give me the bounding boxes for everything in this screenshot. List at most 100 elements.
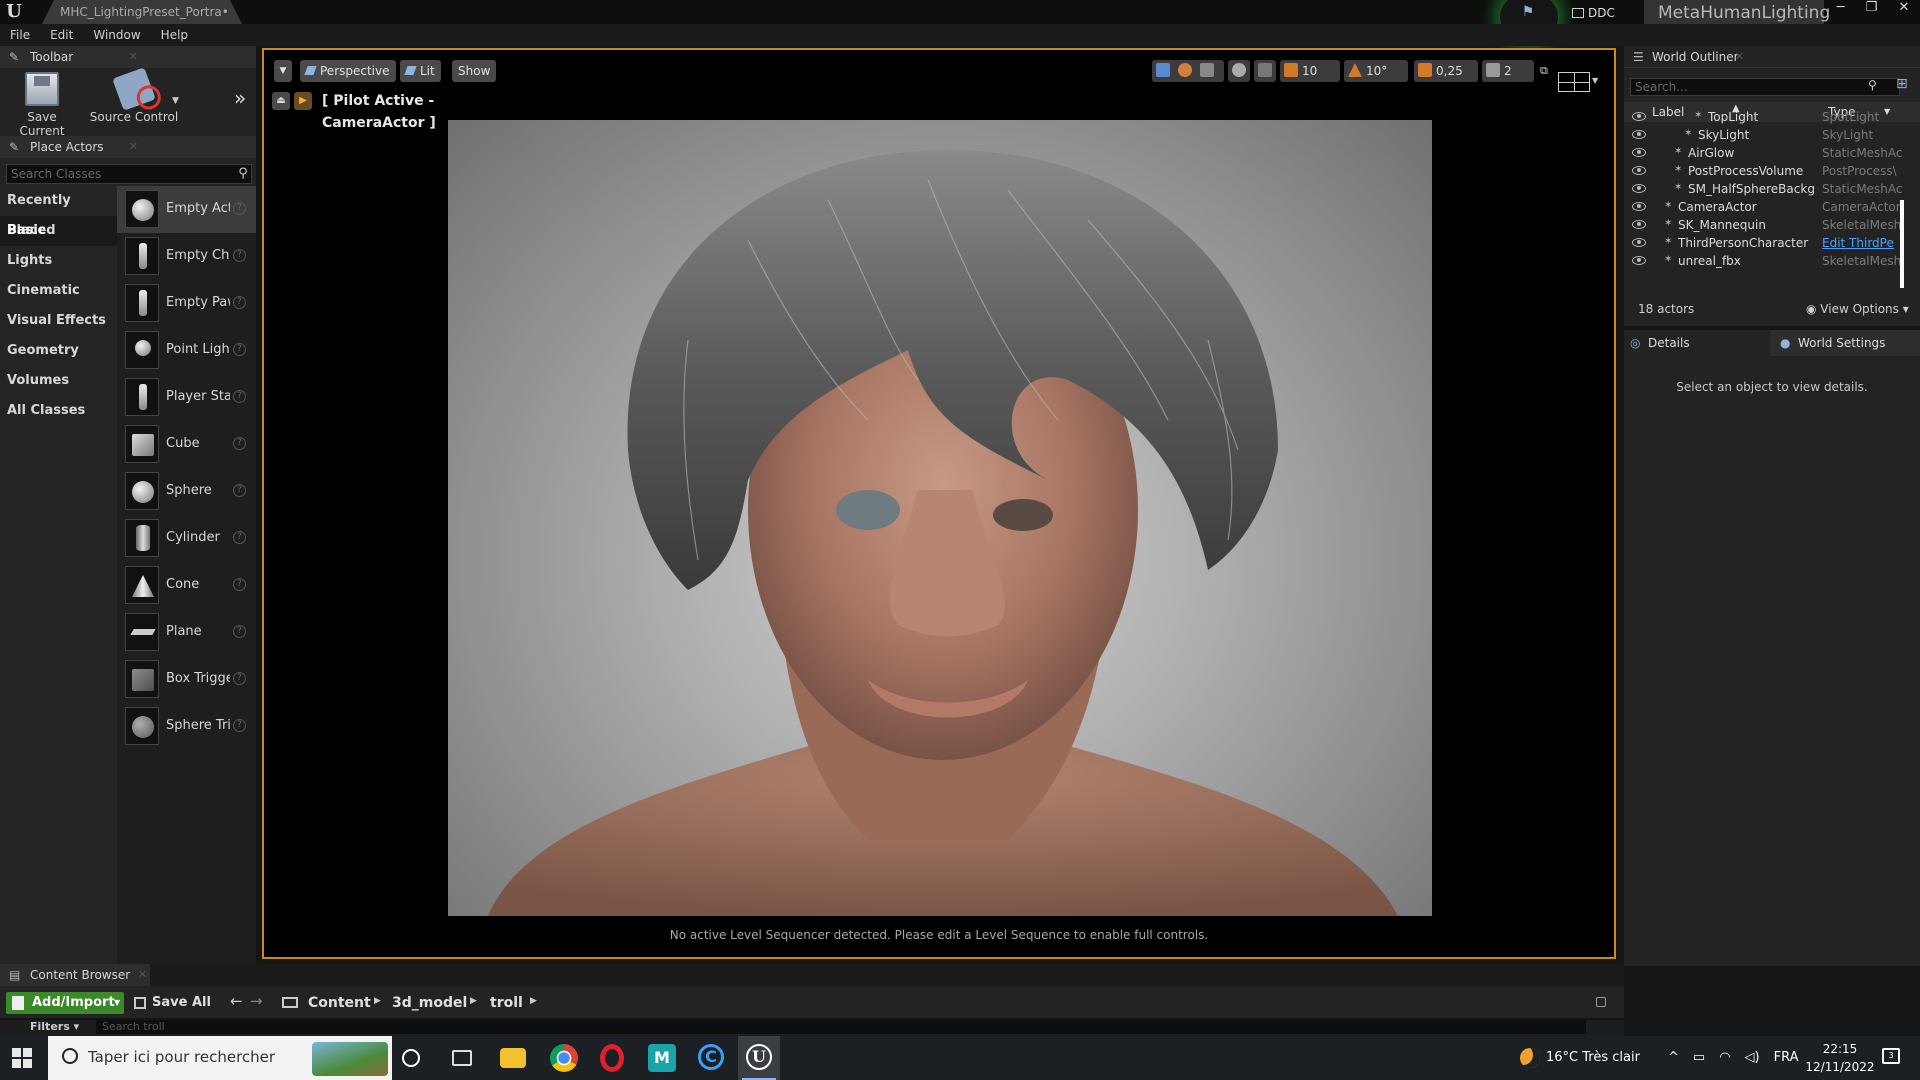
- outliner-row[interactable]: ✶ unreal_fbx SkeletalMesh: [1624, 252, 1914, 270]
- chevron-right-icon[interactable]: ▶: [530, 996, 537, 1006]
- visibility-eye-icon[interactable]: [1632, 256, 1646, 265]
- menu-help[interactable]: Help: [161, 28, 188, 42]
- close-icon[interactable]: ✕: [1898, 0, 1909, 20]
- chevron-right-icon[interactable]: ▶: [470, 996, 477, 1006]
- actor-item-point-light[interactable]: Point Light ?: [117, 327, 256, 374]
- grid-snap-control[interactable]: 10: [1280, 60, 1340, 82]
- outliner-row[interactable]: ✶ PostProcessVolume PostProcess\: [1624, 162, 1914, 180]
- windows-start-icon[interactable]: [12, 1048, 32, 1068]
- expand-toolbar-icon[interactable]: »: [234, 86, 246, 110]
- rotation-snap-value[interactable]: 10°: [1366, 64, 1387, 78]
- actor-item-sphere-trigger[interactable]: Sphere Trigger ?: [117, 703, 256, 750]
- category-cinematic[interactable]: Cinematic: [0, 276, 117, 306]
- rotate-icon[interactable]: [1178, 63, 1192, 77]
- category-recently-placed[interactable]: Recently Placed: [0, 186, 117, 238]
- grid-snap-value[interactable]: 10: [1302, 64, 1317, 78]
- actor-item-player-start[interactable]: Player Start ?: [117, 374, 256, 421]
- help-icon[interactable]: ?: [233, 202, 246, 215]
- source-control-button[interactable]: Source Control: [86, 67, 182, 124]
- category-all-classes[interactable]: All Classes: [0, 396, 117, 426]
- breadcrumb-content[interactable]: Content: [308, 992, 371, 1014]
- actor-item-box-trigger[interactable]: Box Trigger ?: [117, 656, 256, 703]
- actor-item-cone[interactable]: Cone ?: [117, 562, 256, 609]
- search-icon[interactable]: ⚲: [234, 164, 252, 184]
- actor-item-empty-character[interactable]: Empty Character ?: [117, 233, 256, 280]
- toolbar-panel-tab[interactable]: ✎ Toolbar ✕: [0, 46, 256, 68]
- help-icon[interactable]: ?: [233, 343, 246, 356]
- content-search-input[interactable]: Search troll: [96, 1020, 1586, 1034]
- restore-icon[interactable]: ❐: [1866, 0, 1878, 20]
- category-volumes[interactable]: Volumes: [0, 366, 117, 396]
- weather-widget[interactable]: 16°C Très clair: [1520, 1048, 1640, 1068]
- level-viewport[interactable]: ▼ Perspective Lit Show 10 10° 0,25 2 ⧉ ⏏…: [262, 48, 1616, 959]
- place-actors-tab[interactable]: ✎ Place Actors ✕: [0, 136, 256, 158]
- camera-speed-control[interactable]: 2: [1482, 60, 1534, 82]
- volume-icon[interactable]: ◁): [1745, 1048, 1760, 1068]
- help-icon[interactable]: ?: [233, 249, 246, 262]
- scale-snap-value[interactable]: 0,25: [1436, 64, 1463, 78]
- content-browser-tab[interactable]: ▤ Content Browser ✕: [0, 964, 150, 986]
- viewport-layout-button[interactable]: ▼: [1558, 70, 1598, 94]
- outliner-row[interactable]: ✶ SM_HalfSphereBackg StaticMeshAc: [1624, 180, 1914, 198]
- outliner-row[interactable]: ✶ TopLight SpotLight: [1624, 108, 1914, 126]
- battery-icon[interactable]: ▭: [1693, 1048, 1705, 1068]
- help-icon[interactable]: ?: [233, 390, 246, 403]
- close-tab-icon[interactable]: ✕: [129, 46, 138, 68]
- search-icon[interactable]: ⚲: [1868, 78, 1877, 92]
- breadcrumb-3d-model[interactable]: 3d_model: [392, 992, 467, 1014]
- visibility-eye-icon[interactable]: [1632, 238, 1646, 247]
- actor-item-plane[interactable]: Plane ?: [117, 609, 256, 656]
- breadcrumb-troll[interactable]: troll: [490, 992, 523, 1014]
- opera-icon[interactable]: [600, 1044, 624, 1072]
- add-import-button[interactable]: Add/Import ▼: [6, 992, 124, 1014]
- tab-details[interactable]: ◎ Details: [1624, 330, 1770, 356]
- perspective-button[interactable]: Perspective: [300, 60, 396, 82]
- language-indicator[interactable]: FRA: [1774, 1048, 1799, 1068]
- task-view-icon[interactable]: [452, 1050, 472, 1066]
- source-control-dropdown-icon[interactable]: ▼: [172, 96, 179, 106]
- visibility-eye-icon[interactable]: [1632, 220, 1646, 229]
- clock[interactable]: 22:15 12/11/2022: [1804, 1040, 1876, 1076]
- search-classes-input[interactable]: Search Classes: [6, 164, 252, 184]
- chevron-right-icon[interactable]: ▶: [374, 996, 381, 1006]
- visibility-eye-icon[interactable]: [1632, 112, 1646, 121]
- menu-edit[interactable]: Edit: [50, 28, 73, 42]
- level-tab[interactable]: MHC_LightingPreset_Portra•: [42, 0, 242, 24]
- visibility-eye-icon[interactable]: [1632, 148, 1646, 157]
- view-options-button[interactable]: ◉ View Options ▾: [1806, 302, 1909, 316]
- save-current-button[interactable]: Save Current: [6, 72, 78, 138]
- help-icon[interactable]: ?: [233, 672, 246, 685]
- wifi-icon[interactable]: ◠: [1719, 1048, 1730, 1068]
- outliner-row[interactable]: ✶ ThirdPersonCharacter Edit ThirdPe: [1624, 234, 1914, 252]
- back-arrow-icon[interactable]: ←: [230, 992, 243, 1010]
- help-icon[interactable]: ?: [233, 296, 246, 309]
- menu-file[interactable]: File: [10, 28, 30, 42]
- cortana-icon[interactable]: [402, 1049, 420, 1067]
- outliner-row[interactable]: ✶ SkyLight SkyLight: [1624, 126, 1914, 144]
- outliner-row[interactable]: ✶ AirGlow StaticMeshAc: [1624, 144, 1914, 162]
- category-lights[interactable]: Lights: [0, 246, 117, 276]
- help-icon[interactable]: ?: [233, 578, 246, 591]
- chevron-up-icon[interactable]: ^: [1668, 1048, 1679, 1068]
- lit-mode-button[interactable]: Lit: [400, 60, 441, 82]
- help-icon[interactable]: ?: [233, 437, 246, 450]
- notifications-icon[interactable]: 3: [1882, 1048, 1900, 1064]
- visibility-eye-icon[interactable]: [1632, 166, 1646, 175]
- minimize-icon[interactable]: ─: [1837, 0, 1845, 20]
- help-icon[interactable]: ?: [233, 719, 246, 732]
- world-outliner-tab[interactable]: ☰ World Outliner ✕: [1624, 46, 1920, 68]
- category-visual-effects[interactable]: Visual Effects: [0, 306, 117, 336]
- actor-item-cylinder[interactable]: Cylinder ?: [117, 515, 256, 562]
- actor-item-cube[interactable]: Cube ?: [117, 421, 256, 468]
- visibility-eye-icon[interactable]: [1632, 184, 1646, 193]
- visibility-eye-icon[interactable]: [1632, 202, 1646, 211]
- translate-icon[interactable]: [1156, 63, 1170, 77]
- unreal-engine-icon[interactable]: U: [746, 1044, 772, 1070]
- filters-button[interactable]: Filters ▾: [30, 1020, 79, 1033]
- taskbar-search-box[interactable]: Taper ici pour rechercher: [48, 1036, 392, 1080]
- add-filter-icon[interactable]: ⊞: [1896, 76, 1908, 92]
- help-icon[interactable]: ?: [233, 531, 246, 544]
- close-tab-icon[interactable]: ✕: [138, 964, 147, 986]
- world-local-toggle[interactable]: [1228, 60, 1250, 82]
- outliner-row[interactable]: ✶ SK_Mannequin SkeletalMesh: [1624, 216, 1914, 234]
